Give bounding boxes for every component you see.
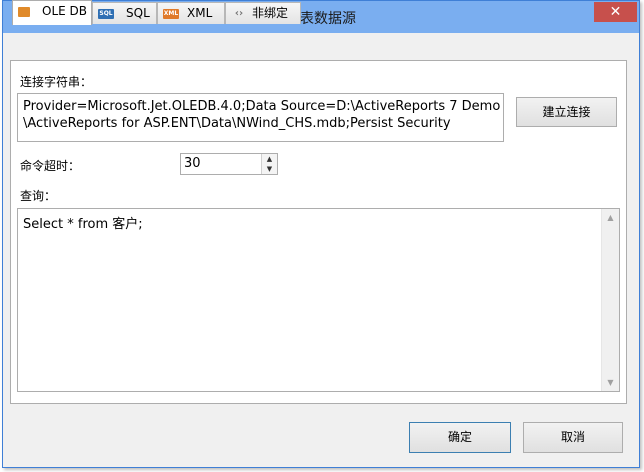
close-button[interactable]: ✕ xyxy=(594,2,637,22)
vertical-scrollbar[interactable]: ▲ ▼ xyxy=(601,209,619,391)
connection-label: 连接字符串： xyxy=(20,75,93,89)
timeout-stepper[interactable]: 30 ▲ ▼ xyxy=(180,153,278,175)
xml-icon: XML xyxy=(163,9,179,19)
tab-label: SQL xyxy=(126,6,150,20)
sql-icon: SQL xyxy=(98,9,114,19)
cancel-button[interactable]: 取消 xyxy=(523,422,623,453)
query-label: 查询： xyxy=(20,189,57,203)
tab-sql[interactable]: SQL SQL xyxy=(92,2,157,24)
stepper-buttons: ▲ ▼ xyxy=(261,154,277,174)
query-text[interactable]: Select * from 客户; xyxy=(23,213,143,232)
tab-label: OLE DB xyxy=(42,4,87,18)
tab-xml[interactable]: XML XML xyxy=(157,2,225,24)
timeout-label: 命令超时： xyxy=(20,159,81,173)
tab-label: XML xyxy=(187,6,213,20)
oledb-icon xyxy=(18,7,30,17)
timeout-value[interactable]: 30 xyxy=(184,156,201,171)
tab-oledb[interactable]: OLE DB xyxy=(12,0,92,25)
tab-unbound[interactable]: ‹› 非绑定 xyxy=(225,2,301,24)
query-editor[interactable]: Select * from 客户; ▲ ▼ xyxy=(17,208,620,392)
scroll-down-icon[interactable]: ▼ xyxy=(602,374,619,391)
stepper-down-icon[interactable]: ▼ xyxy=(262,164,277,174)
tab-label: 非绑定 xyxy=(252,6,289,20)
connection-string-field[interactable]: Provider=Microsoft.Jet.OLEDB.4.0;Data So… xyxy=(17,93,504,142)
unbound-icon: ‹› xyxy=(234,8,244,19)
ok-button[interactable]: 确定 xyxy=(409,422,511,453)
scroll-up-icon[interactable]: ▲ xyxy=(602,209,619,226)
build-connection-button[interactable]: 建立连接 xyxy=(516,97,617,127)
